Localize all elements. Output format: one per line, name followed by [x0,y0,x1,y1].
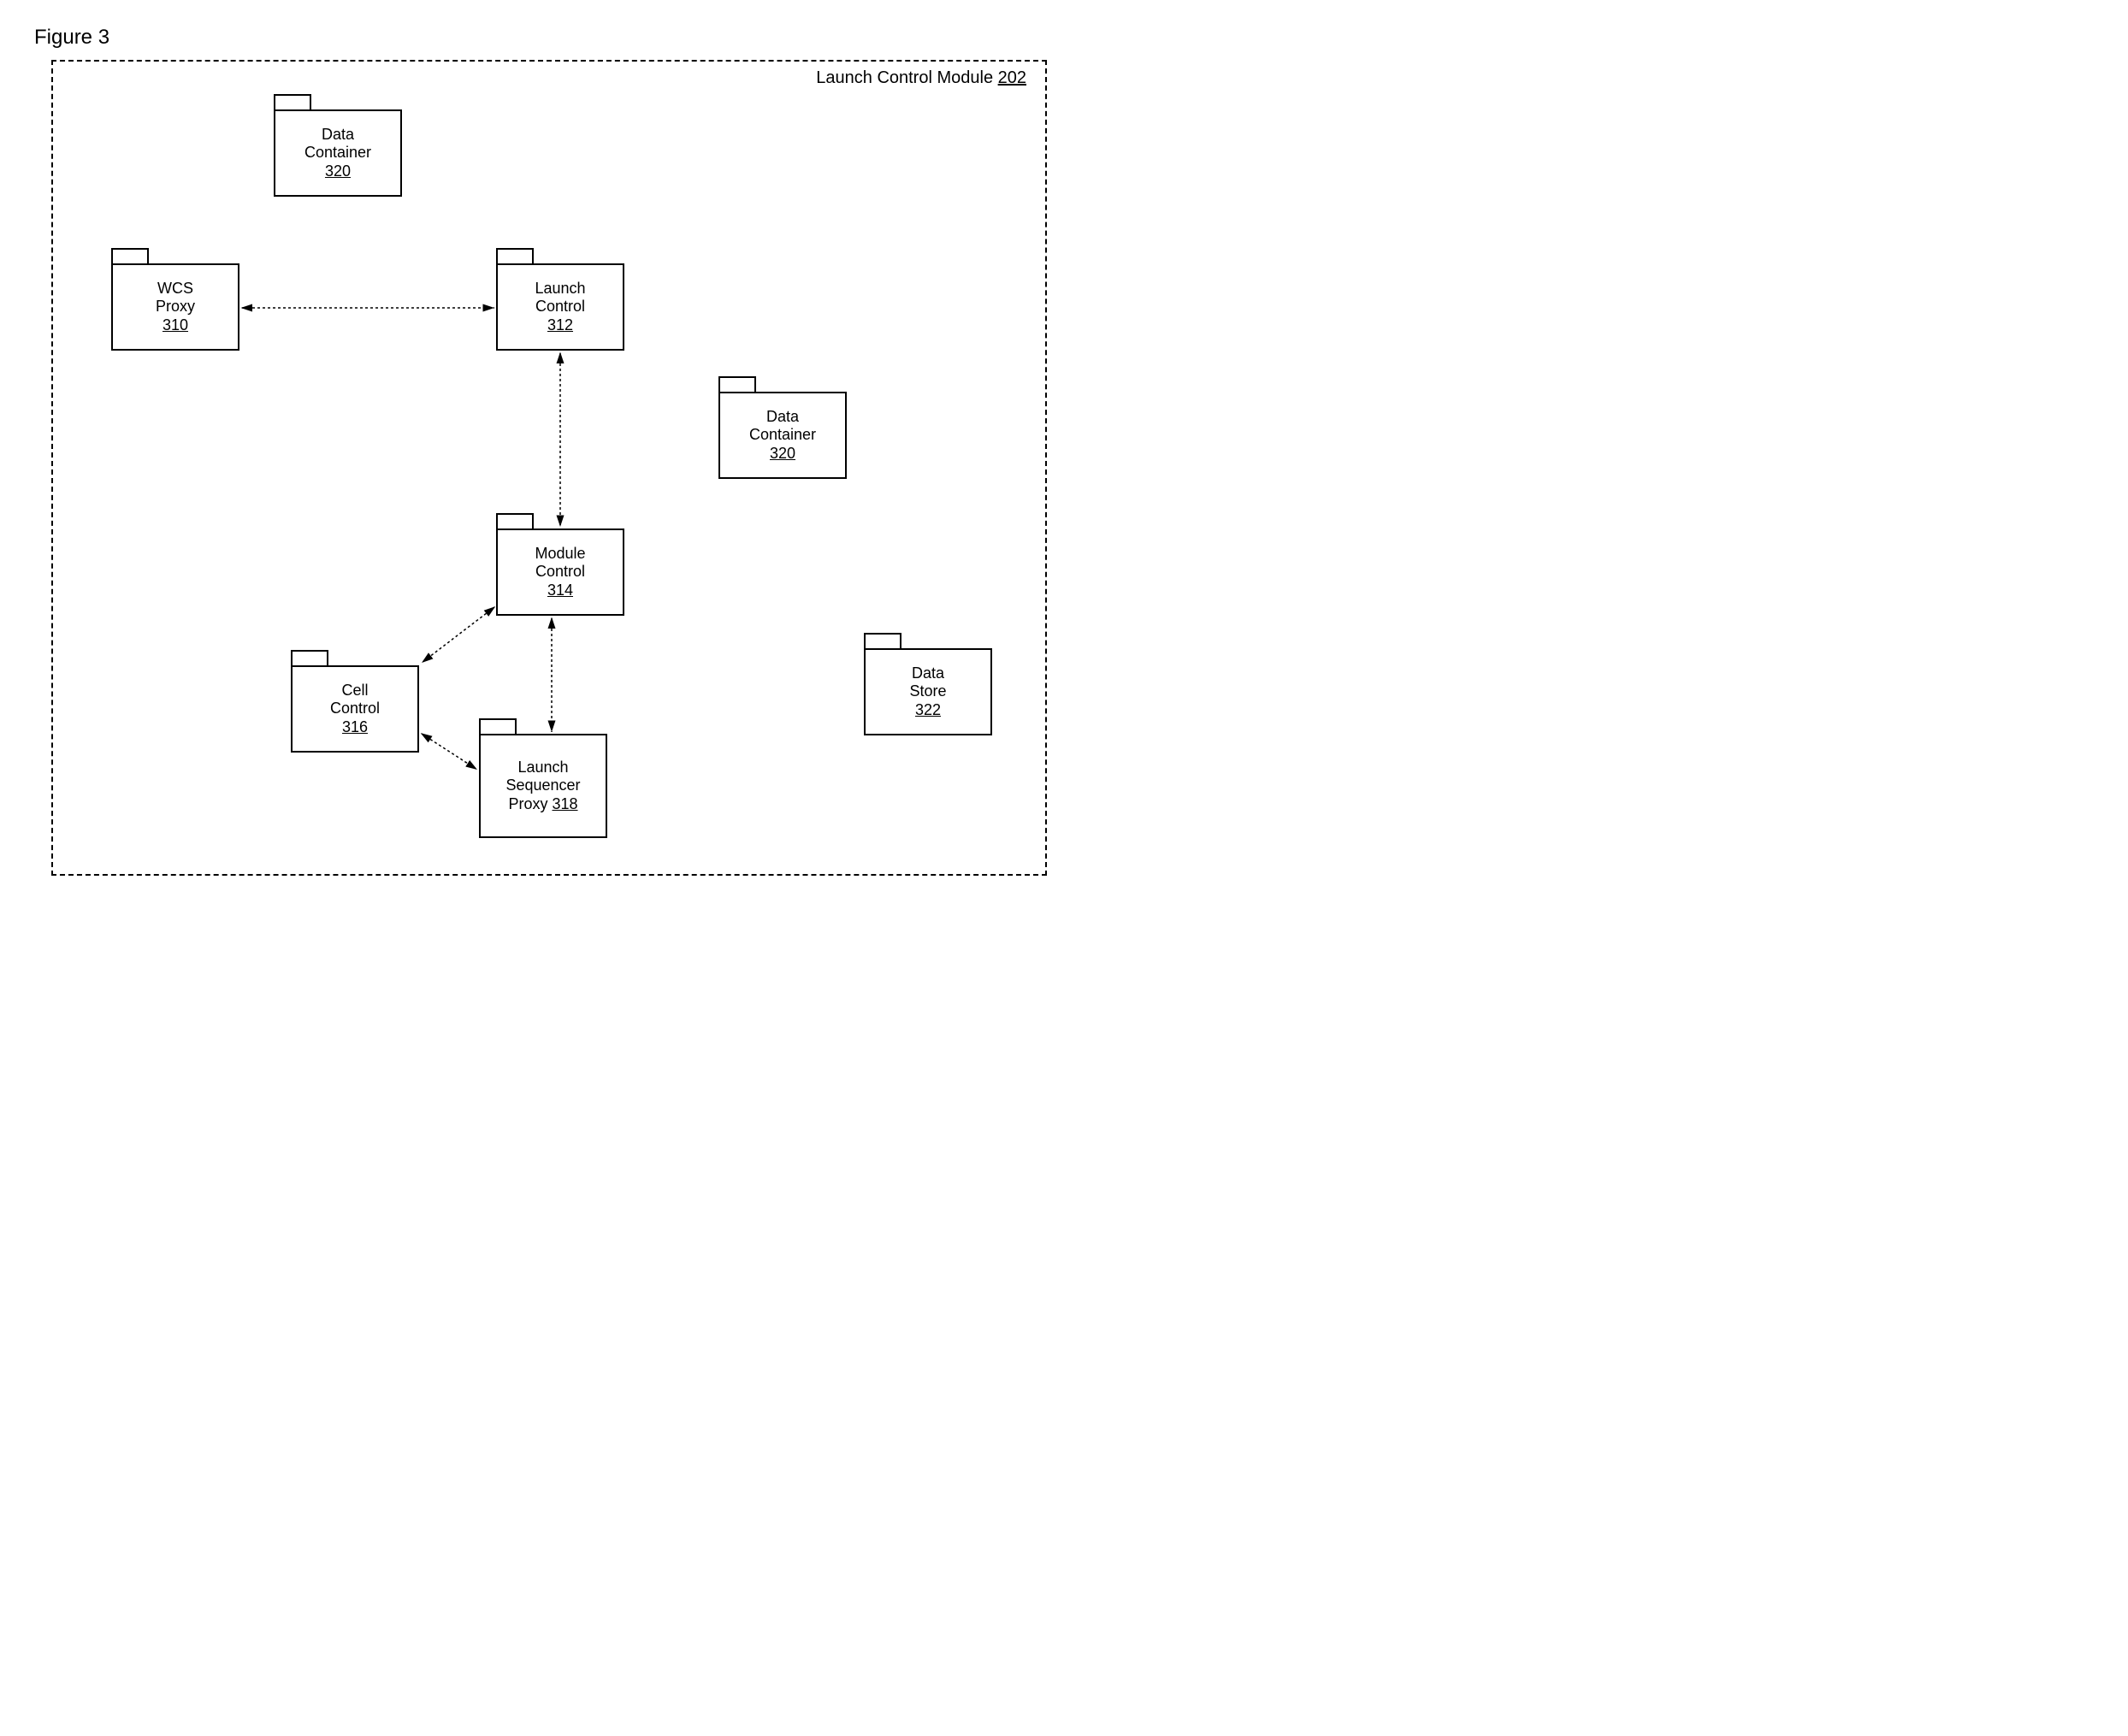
folder-line: Module [535,545,585,564]
folder-number: 320 [770,445,795,464]
folder-line: Control [330,700,380,718]
folder-line: Data [322,126,354,145]
diagram-canvas: Figure 3 Launch Control Module 202 Data … [34,34,1061,889]
launch-control-module-label: Launch Control Module 202 [816,68,1026,88]
folder-line: Store [909,682,946,701]
folder-number: 316 [342,718,368,737]
folder-data-container-2: Data Container 320 [718,376,847,479]
folder-line: Data [766,408,799,427]
folder-line: Control [535,298,585,316]
folder-data-container-1: Data Container 320 [274,94,402,197]
folder-line: Proxy [156,298,195,316]
folder-number: 322 [915,701,941,720]
folder-module-control: Module Control 314 [496,513,624,616]
folder-line: Launch [535,280,585,298]
figure-title: Figure 3 [34,26,109,50]
module-label-text: Launch Control Module [816,68,993,87]
folder-line: Proxy [508,795,547,812]
folder-number: 314 [547,582,573,600]
folder-line: Cell [341,682,368,700]
folder-body: Data Container 320 [274,109,402,197]
module-label-number: 202 [998,68,1026,87]
folder-number: 318 [552,795,577,812]
folder-line: Sequencer [505,776,580,795]
folder-body: Data Store 322 [864,648,992,735]
folder-line: Launch [517,759,568,777]
folder-line: Container [749,426,816,445]
folder-wcs-proxy: WCS Proxy 310 [111,248,239,351]
folder-body: Cell Control 316 [291,665,419,753]
folder-body: Module Control 314 [496,528,624,616]
folder-data-store: Data Store 322 [864,633,992,735]
folder-line: Control [535,563,585,582]
folder-cell-control: Cell Control 316 [291,650,419,753]
folder-number: 310 [163,316,188,335]
folder-launch-control: Launch Control 312 [496,248,624,351]
folder-body: Launch Control 312 [496,263,624,351]
folder-number: 312 [547,316,573,335]
folder-body: Data Container 320 [718,392,847,479]
folder-number: 320 [325,162,351,181]
folder-line: Data [912,664,944,683]
folder-body: Launch Sequencer Proxy 318 [479,734,607,838]
folder-launch-sequencer-proxy: Launch Sequencer Proxy 318 [479,718,607,838]
folder-line: WCS [157,280,193,298]
folder-line: Container [304,144,371,162]
folder-body: WCS Proxy 310 [111,263,239,351]
